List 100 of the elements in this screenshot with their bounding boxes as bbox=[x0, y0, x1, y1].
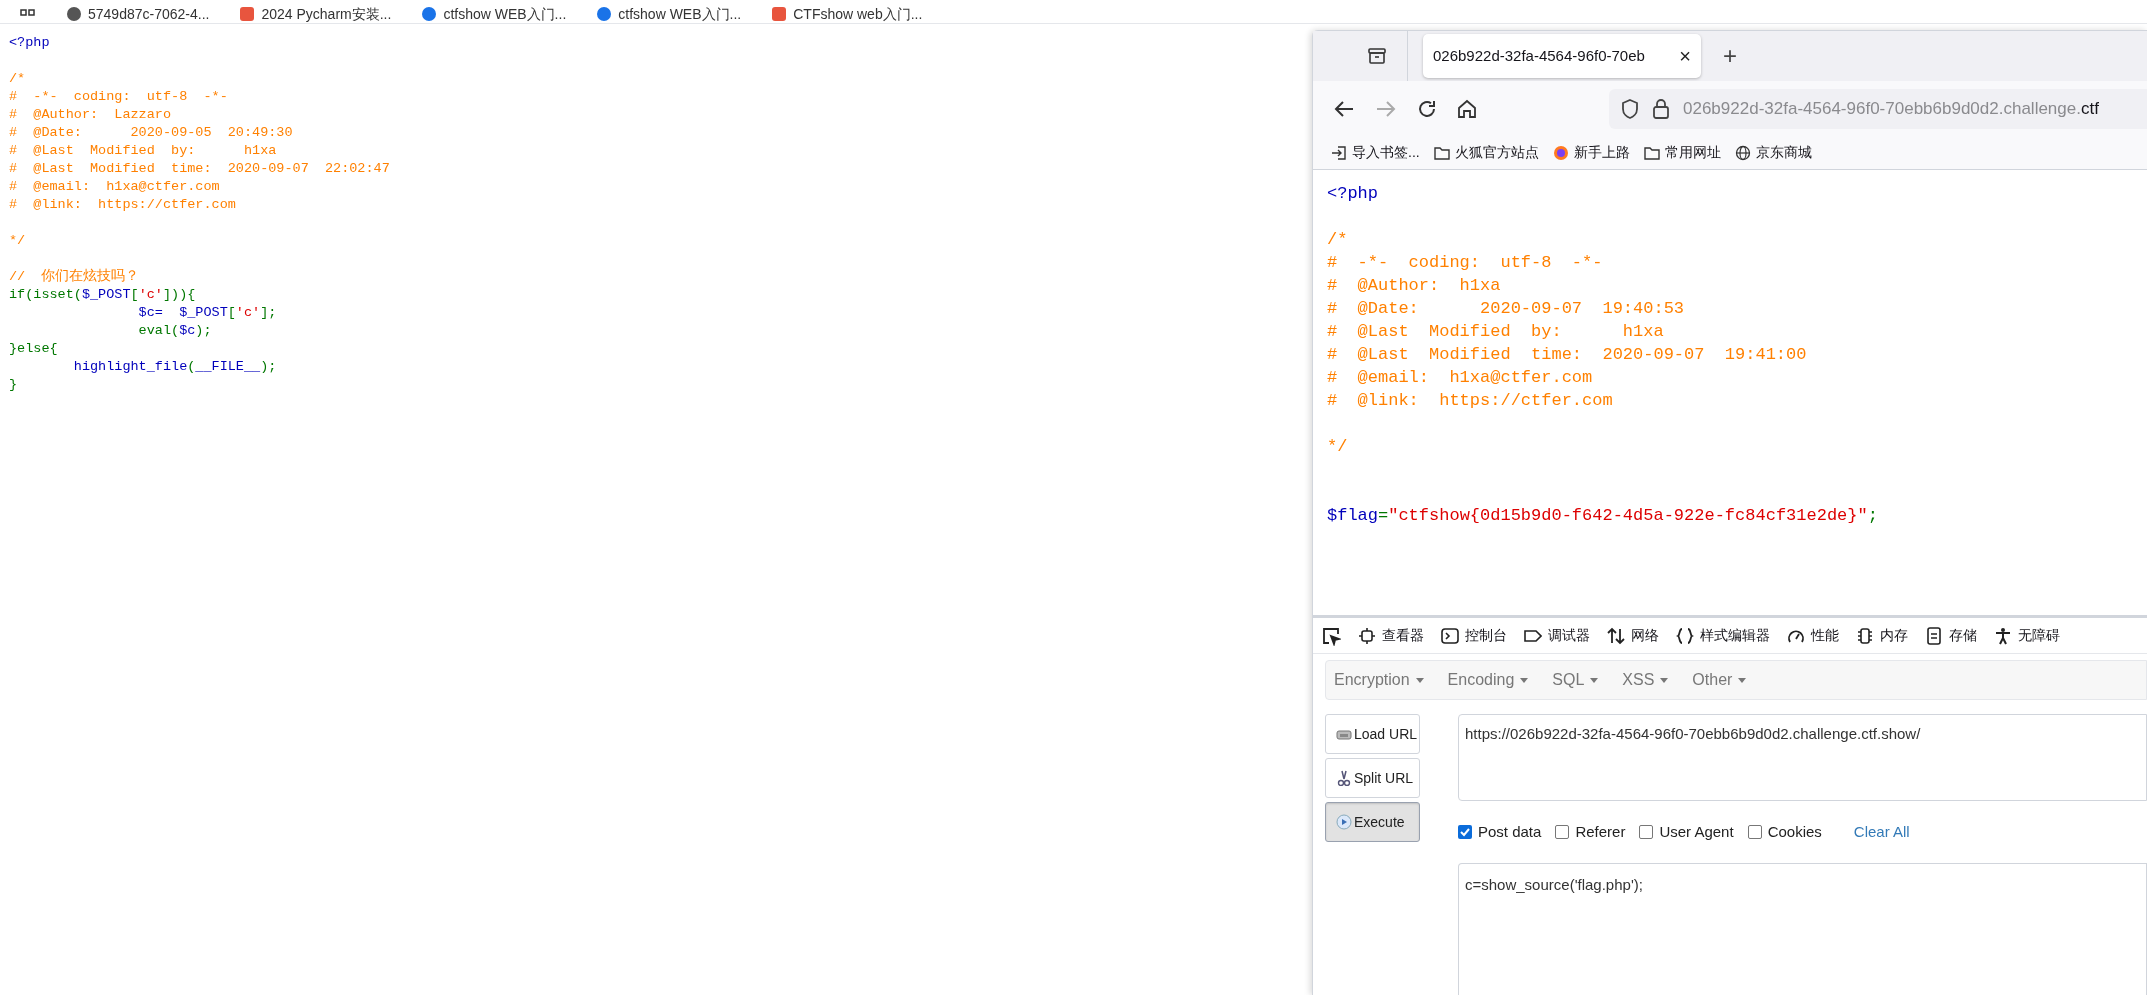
dropdown-menu[interactable]: Encoding bbox=[1445, 668, 1531, 692]
devtools-tab[interactable]: 样式编辑器 bbox=[1700, 625, 1770, 646]
app-icon[interactable] bbox=[771, 6, 788, 22]
code-line: /* bbox=[1327, 229, 1348, 251]
checkbox[interactable] bbox=[1747, 825, 1762, 839]
play-icon bbox=[1336, 814, 1352, 830]
caret-icon bbox=[1738, 677, 1747, 683]
checkbox-label: Post data bbox=[1478, 821, 1542, 842]
code-line: # -*- coding: utf-8 -*- bbox=[1327, 252, 1603, 274]
bookmark-link[interactable]: 新手上路 bbox=[1573, 142, 1630, 163]
lock-icon bbox=[1653, 98, 1669, 119]
bookmark-link[interactable]: 常用网址 bbox=[1664, 142, 1721, 163]
braces-icon[interactable] bbox=[1676, 626, 1694, 645]
code-line: eval($c); bbox=[137, 322, 212, 340]
code-line: }else{ bbox=[9, 340, 58, 358]
tab-title: 026b922d-32fa-4564-96f0-70eb bbox=[1433, 45, 1646, 66]
bookmark-link[interactable]: CTFshow web入门... bbox=[793, 5, 923, 23]
bookmark-link[interactable]: 2024 Pycharm安装... bbox=[261, 5, 392, 23]
chip-icon[interactable] bbox=[1856, 626, 1874, 645]
code-line: */ bbox=[9, 232, 26, 250]
code-line: # @Last Modified by: h1xa bbox=[9, 142, 277, 160]
caret-icon bbox=[1415, 677, 1424, 683]
import-icon[interactable] bbox=[1331, 144, 1347, 161]
site-icon[interactable] bbox=[596, 6, 613, 22]
scissors-icon bbox=[1336, 770, 1352, 786]
code-line: } bbox=[9, 376, 18, 394]
dropdown-menu[interactable]: XSS bbox=[1620, 668, 1671, 692]
checkbox[interactable] bbox=[1458, 825, 1472, 839]
devtools-tab[interactable]: 存储 bbox=[1949, 625, 1977, 646]
code-line: // 你们在炫技吗？ bbox=[9, 268, 140, 286]
bookmark-link[interactable]: 京东商城 bbox=[1755, 142, 1812, 163]
code-line: # @Last Modified time: 2020-09-07 19:41:00 bbox=[1327, 344, 1807, 366]
code-line: if(isset($_POST['c'])){ bbox=[9, 286, 196, 304]
hackbar-button[interactable]: Load URL bbox=[1325, 714, 1420, 754]
checkmark-icon bbox=[1460, 827, 1470, 837]
caret-icon bbox=[1520, 677, 1529, 683]
app-icon[interactable] bbox=[239, 6, 256, 22]
devtools-tab[interactable]: 查看器 bbox=[1382, 625, 1424, 646]
code-line: # @Author: Lazzaro bbox=[9, 106, 172, 124]
devtools-tab[interactable]: 控制台 bbox=[1465, 625, 1507, 646]
hackbar-button[interactable]: Split URL bbox=[1325, 758, 1420, 798]
code-line: */ bbox=[1327, 436, 1348, 458]
folder-icon[interactable] bbox=[1433, 144, 1450, 161]
code-line: <?php bbox=[9, 34, 50, 52]
code-line: # @link: https://ctfer.com bbox=[1327, 390, 1613, 412]
browser-tab[interactable]: 026b922d-32fa-4564-96f0-70eb × bbox=[1423, 34, 1701, 78]
person-icon[interactable] bbox=[1994, 626, 2012, 645]
devtools-tab[interactable]: 性能 bbox=[1811, 625, 1839, 646]
bookmark-link[interactable]: 导入书签... bbox=[1352, 142, 1420, 163]
code-line: highlight_file(__FILE__); bbox=[72, 358, 277, 376]
code-line: # @Last Modified time: 2020-09-07 22:02:47 bbox=[9, 160, 390, 178]
clear-all-link[interactable]: Clear All bbox=[1853, 820, 1910, 844]
devtools-tab[interactable]: 无障碍 bbox=[2018, 625, 2060, 646]
shield-icon[interactable] bbox=[1621, 98, 1639, 119]
code-line: # @link: https://ctfer.com bbox=[9, 196, 236, 214]
bookmark-link[interactable]: ctfshow WEB入门... bbox=[443, 5, 567, 23]
code-line: $c= $_POST['c']; bbox=[137, 304, 277, 322]
code-line: # -*- coding: utf-8 -*- bbox=[9, 88, 228, 106]
close-tab-button[interactable]: × bbox=[1679, 41, 1691, 71]
reload-icon[interactable] bbox=[1417, 98, 1437, 119]
caret-icon bbox=[1660, 677, 1669, 683]
caret-icon bbox=[1590, 677, 1599, 683]
code-line: # @Date: 2020-09-05 20:49:30 bbox=[9, 124, 293, 142]
url-input-field[interactable]: https://026b922d-32fa-4564-96f0-70ebb6b9d0d2.challenge.ctf.show/ bbox=[1458, 714, 2147, 801]
folder-icon[interactable] bbox=[1643, 144, 1660, 161]
code-line: # @Date: 2020-09-07 19:40:53 bbox=[1327, 298, 1685, 320]
code-line: /* bbox=[9, 70, 26, 88]
checkbox[interactable] bbox=[1639, 825, 1654, 839]
bookmark-link[interactable]: 5749d87c-7062-4... bbox=[88, 5, 210, 23]
home-icon[interactable] bbox=[1457, 98, 1477, 119]
code-line: # @Last Modified by: h1xa bbox=[1327, 321, 1664, 343]
bookmark-link[interactable]: ctfshow WEB入门... bbox=[618, 5, 742, 23]
address-bar[interactable]: 026b922d-32fa-4564-96f0-70ebb6b9d0d2.challenge.ctf bbox=[1609, 88, 2147, 129]
post-data-field[interactable]: c=show_source('flag.php'); bbox=[1458, 863, 2147, 995]
site-icon[interactable] bbox=[421, 6, 438, 22]
checkbox-label: Referer bbox=[1575, 821, 1626, 842]
devtools-tab[interactable]: 内存 bbox=[1880, 625, 1908, 646]
checkbox[interactable] bbox=[1555, 825, 1570, 839]
inspector-icon[interactable] bbox=[1358, 626, 1376, 645]
devtools-tab[interactable]: 网络 bbox=[1631, 625, 1659, 646]
back-icon[interactable] bbox=[1333, 98, 1355, 119]
dropdown-menu[interactable]: Other bbox=[1690, 668, 1749, 692]
hackbar-button[interactable]: Execute bbox=[1325, 802, 1420, 842]
code-line: $flag="ctfshow{0d15b9d0-f642-4d5a-922e-fc84cf31e2de}"; bbox=[1327, 505, 1878, 527]
url-text: 026b922d-32fa-4564-96f0-70ebb6b9d0d2.challenge.ctf bbox=[1683, 97, 2099, 120]
element-picker-icon[interactable] bbox=[1321, 625, 1341, 646]
checkbox-label: Cookies bbox=[1767, 821, 1822, 842]
code-line: <?php bbox=[1327, 183, 1378, 205]
code-line: # @email: h1xa@ctfer.com bbox=[9, 178, 220, 196]
dropdown-menu[interactable]: Encryption bbox=[1332, 668, 1426, 692]
bookmark-link[interactable]: 火狐官方站点 bbox=[1454, 142, 1539, 163]
new-tab-button[interactable]: + bbox=[1723, 38, 1737, 74]
storage-icon[interactable] bbox=[1925, 626, 1943, 645]
devtools-tab[interactable]: 调试器 bbox=[1548, 625, 1590, 646]
console-icon[interactable] bbox=[1441, 626, 1459, 645]
code-line: # @email: h1xa@ctfer.com bbox=[1327, 367, 1593, 389]
browser-logo-icon[interactable] bbox=[1552, 144, 1569, 161]
dropdown-menu[interactable]: SQL bbox=[1550, 668, 1601, 692]
arrows-icon[interactable] bbox=[1607, 626, 1625, 645]
archive-icon[interactable] bbox=[1367, 47, 1387, 65]
